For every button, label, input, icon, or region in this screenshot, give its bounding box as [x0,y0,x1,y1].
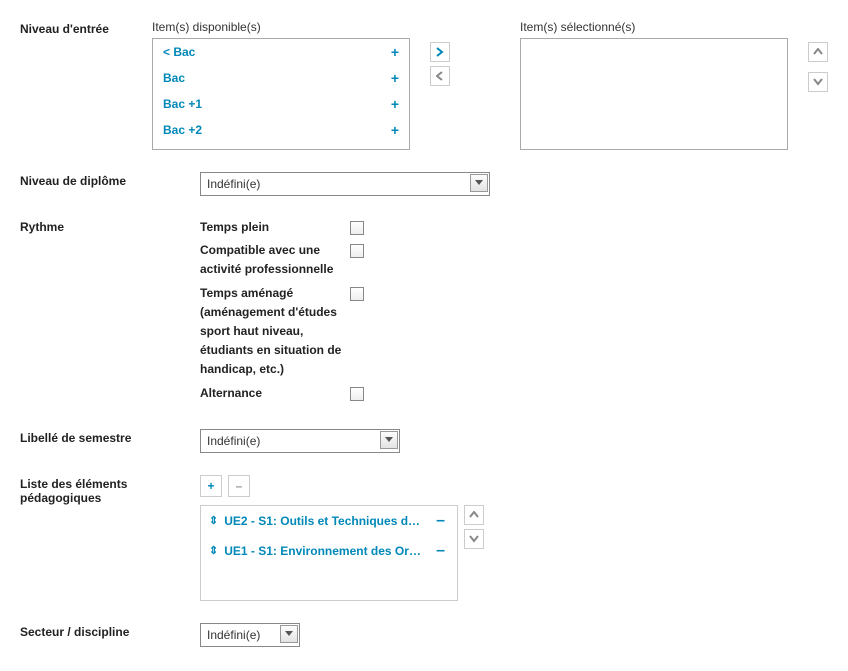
available-item[interactable]: Bac +3+ [153,143,409,150]
rythme-checkbox[interactable] [350,387,364,401]
rythme-option-label: Compatible avec une activité professionn… [200,241,350,279]
selected-list[interactable] [520,38,788,150]
rythme-checkbox[interactable] [350,221,364,235]
libelle-semestre-select[interactable]: Indéfini(e) [200,429,400,453]
ped-remove-button[interactable]: – [228,475,250,497]
plus-icon[interactable]: + [391,148,399,150]
ped-move-down-button[interactable] [464,529,484,549]
rythme-option-label: Temps aménagé (aménagement d'études spor… [200,284,350,380]
rythme-checkbox[interactable] [350,244,364,258]
label-niveau-diplome: Niveau de diplôme [20,172,200,188]
available-item[interactable]: Bac +1+ [153,91,409,117]
ped-item-remove-icon[interactable]: – [432,542,449,560]
move-left-button[interactable] [430,66,450,86]
ped-item[interactable]: ⇕ UE2 - S1: Outils et Techniques de Gest… [201,506,457,536]
available-item[interactable]: Bac+ [153,65,409,91]
plus-icon[interactable]: + [391,122,399,138]
label-liste-ped: Liste des éléments pédagogiques [20,475,200,505]
available-item[interactable]: < Bac+ [153,39,409,65]
label-rythme: Rythme [20,218,200,234]
label-niveau-entree: Niveau d'entrée [20,20,152,36]
rythme-option-label: Alternance [200,384,350,403]
label-libelle-semestre: Libellé de semestre [20,429,200,445]
ped-item-remove-icon[interactable]: – [432,512,449,530]
rythme-option-label: Temps plein [200,218,350,237]
niveau-diplome-select[interactable]: Indéfini(e) [200,172,490,196]
ped-item[interactable]: ⇕ UE1 - S1: Environnement des Organisa..… [201,536,457,566]
move-up-button[interactable] [808,42,828,62]
label-items-selected: Item(s) sélectionné(s) [520,20,788,34]
rythme-checkbox[interactable] [350,287,364,301]
label-items-available: Item(s) disponible(s) [152,20,410,34]
ped-list[interactable]: ⇕ UE2 - S1: Outils et Techniques de Gest… [200,505,458,601]
secteur-select[interactable]: Indéfini(e) [200,623,300,647]
drag-handle-icon[interactable]: ⇕ [209,544,218,557]
plus-icon[interactable]: + [391,44,399,60]
plus-icon[interactable]: + [391,70,399,86]
ped-move-up-button[interactable] [464,505,484,525]
available-item[interactable]: Bac +2+ [153,117,409,143]
label-secteur: Secteur / discipline [20,623,200,639]
move-right-button[interactable] [430,42,450,62]
available-list[interactable]: < Bac+ Bac+ Bac +1+ Bac +2+ Bac +3+ [152,38,410,150]
ped-add-button[interactable]: + [200,475,222,497]
plus-icon[interactable]: + [391,96,399,112]
drag-handle-icon[interactable]: ⇕ [209,514,218,527]
move-down-button[interactable] [808,72,828,92]
